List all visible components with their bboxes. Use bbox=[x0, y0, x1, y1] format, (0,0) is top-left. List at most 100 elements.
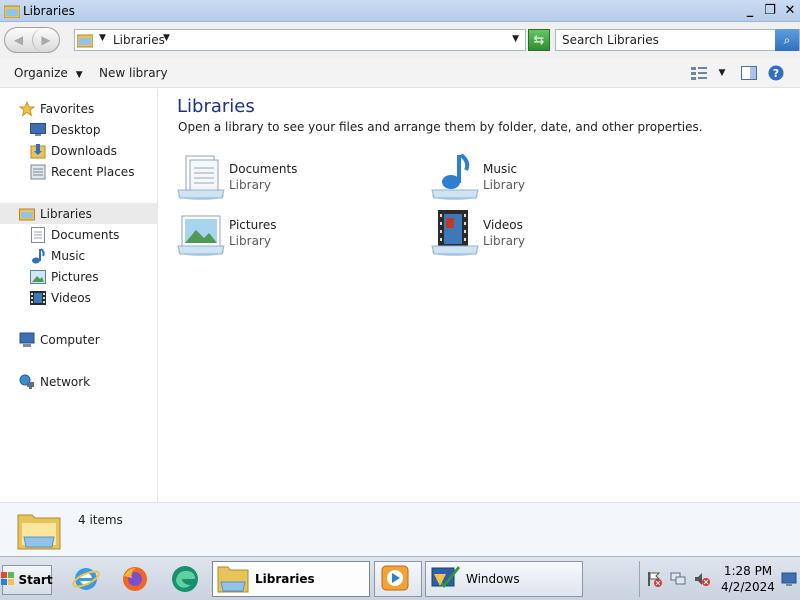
clock-date: 4/2/2024 bbox=[721, 580, 775, 594]
organize-label: Organize bbox=[14, 66, 68, 80]
sidebar-label-favorites: Favorites bbox=[40, 101, 95, 116]
minimize-button[interactable]: _ bbox=[740, 0, 760, 20]
library-tile-pictures[interactable]: Pictures Library bbox=[176, 208, 396, 258]
videos-library-icon bbox=[430, 208, 480, 258]
library-type-pictures: Library bbox=[229, 234, 271, 248]
network-tray-icon[interactable] bbox=[670, 571, 686, 587]
sidebar-label-music: Music bbox=[51, 248, 86, 263]
sidebar-item-libraries[interactable]: Libraries bbox=[0, 203, 158, 224]
details-pane: 4 items bbox=[0, 502, 800, 556]
sidebar-label-recent-places: Recent Places bbox=[51, 164, 135, 179]
internet-explorer-icon[interactable] bbox=[70, 563, 102, 595]
downloads-icon bbox=[30, 143, 46, 159]
restore-button[interactable]: ❐ bbox=[760, 0, 780, 20]
sidebar-item-network[interactable]: Network bbox=[0, 371, 158, 392]
change-view-icon[interactable] bbox=[689, 64, 709, 82]
pictures-icon bbox=[30, 269, 46, 285]
new-library-button[interactable]: New library bbox=[99, 66, 168, 80]
show-desktop-icon[interactable] bbox=[781, 571, 797, 587]
forward-button[interactable]: ▶ bbox=[32, 28, 59, 52]
page-subtitle: Open a library to see your files and arr… bbox=[178, 120, 703, 134]
volume-muted-icon[interactable] bbox=[694, 571, 710, 587]
breadcrumb-dropdown-icon[interactable]: ▼ bbox=[163, 33, 170, 43]
computer-group: Computer bbox=[0, 329, 158, 350]
preview-pane-icon[interactable] bbox=[739, 64, 759, 82]
action-center-flag-icon[interactable] bbox=[646, 571, 662, 587]
edge-browser-icon[interactable] bbox=[169, 563, 201, 595]
recent-places-icon bbox=[30, 164, 46, 180]
help-icon[interactable]: ? bbox=[766, 64, 786, 82]
breadcrumb-chevron-icon[interactable]: ▼ bbox=[99, 33, 106, 43]
desktop-icon bbox=[30, 122, 46, 138]
libraries-nav-icon bbox=[19, 206, 35, 222]
library-type-documents: Library bbox=[229, 178, 271, 192]
music-icon bbox=[30, 247, 46, 264]
sidebar-item-favorites[interactable]: Favorites bbox=[0, 98, 158, 119]
forward-arrow-icon: ▶ bbox=[41, 33, 51, 47]
network-group: Network bbox=[0, 371, 158, 392]
clock-time: 1:28 PM bbox=[723, 564, 773, 578]
system-tray: 1:28 PM 4/2/2024 bbox=[639, 561, 800, 597]
refresh-button[interactable]: ⇆ bbox=[528, 29, 550, 51]
library-name-documents: Documents bbox=[229, 162, 298, 176]
taskbar-label-libraries: Libraries bbox=[255, 572, 315, 586]
window-title: Libraries bbox=[23, 4, 75, 18]
sidebar-label-libraries: Libraries bbox=[40, 206, 92, 221]
title-bar[interactable]: Libraries _ ❐ ✕ bbox=[0, 0, 800, 22]
library-type-videos: Library bbox=[483, 234, 525, 248]
sidebar-label-pictures: Pictures bbox=[51, 269, 99, 284]
organize-button[interactable]: Organize ▼ bbox=[14, 66, 83, 80]
library-name-music: Music bbox=[483, 162, 518, 176]
libraries-folder-icon bbox=[3, 4, 21, 21]
favorites-star-icon bbox=[19, 100, 35, 117]
navigation-buttons: ◀ ▶ bbox=[4, 27, 60, 53]
refresh-icon: ⇆ bbox=[533, 32, 545, 48]
sidebar-item-computer[interactable]: Computer bbox=[0, 329, 158, 350]
sidebar-item-videos[interactable]: Videos bbox=[0, 287, 158, 308]
clock[interactable]: 1:28 PM 4/2/2024 bbox=[720, 563, 776, 595]
taskbar-item-media-player[interactable] bbox=[374, 561, 422, 597]
media-player-icon bbox=[379, 563, 411, 596]
back-button[interactable]: ◀ bbox=[5, 28, 32, 52]
sidebar-label-desktop: Desktop bbox=[51, 122, 101, 137]
favorites-group: Favorites Desktop Downloads Recent Place… bbox=[0, 98, 158, 182]
close-button[interactable]: ✕ bbox=[780, 0, 800, 20]
network-icon bbox=[19, 374, 35, 390]
navigation-pane: Favorites Desktop Downloads Recent Place… bbox=[0, 89, 158, 502]
firefox-icon[interactable] bbox=[119, 563, 151, 595]
address-bar[interactable]: ▼ Libraries ▼ ▼ bbox=[74, 29, 526, 51]
taskbar-item-windows[interactable]: Windows bbox=[425, 561, 583, 597]
breadcrumb-libraries[interactable]: Libraries bbox=[113, 33, 165, 47]
svg-text:?: ? bbox=[773, 67, 779, 80]
taskbar-item-libraries[interactable]: Libraries bbox=[212, 561, 370, 597]
sidebar-item-recent-places[interactable]: Recent Places bbox=[0, 161, 158, 182]
sidebar-item-downloads[interactable]: Downloads bbox=[0, 140, 158, 161]
library-tile-music[interactable]: Music Library bbox=[430, 152, 650, 202]
search-icon[interactable]: ⌕ bbox=[775, 29, 799, 51]
sidebar-item-music[interactable]: Music bbox=[0, 245, 158, 266]
sidebar-item-desktop[interactable]: Desktop bbox=[0, 119, 158, 140]
taskbar-label-windows: Windows bbox=[466, 572, 520, 586]
documents-icon bbox=[30, 226, 46, 243]
search-input[interactable] bbox=[556, 30, 766, 50]
libraries-task-icon bbox=[217, 563, 249, 596]
windows-task-icon bbox=[430, 564, 460, 595]
library-tile-documents[interactable]: Documents Library bbox=[176, 152, 396, 202]
sidebar-label-documents: Documents bbox=[51, 227, 120, 242]
organize-dropdown-icon: ▼ bbox=[75, 70, 83, 80]
music-library-icon bbox=[430, 152, 480, 202]
start-label: Start bbox=[18, 573, 53, 587]
computer-icon bbox=[19, 332, 35, 348]
libraries-large-icon bbox=[16, 507, 62, 556]
address-history-dropdown-icon[interactable]: ▼ bbox=[512, 34, 519, 44]
library-tile-videos[interactable]: Videos Library bbox=[430, 208, 650, 258]
sidebar-label-videos: Videos bbox=[51, 290, 91, 305]
sidebar-item-pictures[interactable]: Pictures bbox=[0, 266, 158, 287]
videos-icon bbox=[30, 290, 46, 306]
content-pane: Libraries Open a library to see your fil… bbox=[160, 89, 800, 502]
back-arrow-icon: ◀ bbox=[13, 33, 24, 47]
start-button[interactable]: Start bbox=[1, 565, 53, 595]
sidebar-item-documents[interactable]: Documents bbox=[0, 224, 158, 245]
view-options-dropdown-icon[interactable]: ▼ bbox=[712, 64, 732, 82]
search-box[interactable]: ⌕ bbox=[555, 29, 800, 51]
